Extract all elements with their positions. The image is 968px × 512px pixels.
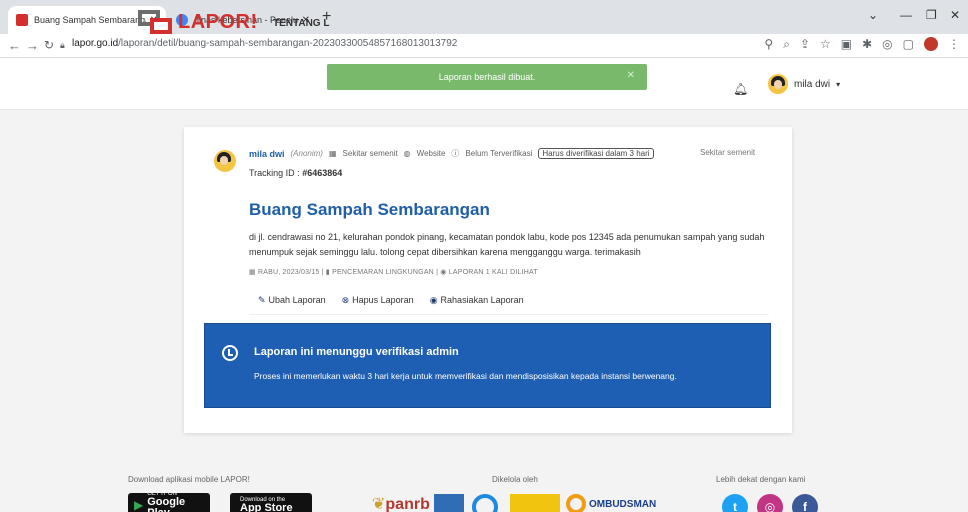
report-views: LAPORAN 1 KALI DILIHAT	[448, 269, 538, 276]
share-icon[interactable]: ⇪	[800, 37, 810, 52]
ksp-logo[interactable]	[434, 494, 464, 512]
pencil-icon: ✎	[258, 295, 266, 305]
url-host: lapor.go.id	[72, 38, 119, 49]
user-name: mila dwi	[794, 78, 831, 90]
restore-icon[interactable]: ❐	[926, 8, 937, 22]
user-menu[interactable]: mila dwi ▾	[768, 74, 840, 94]
bookmark-star-icon[interactable]: ☆	[820, 37, 831, 52]
tracking-value: #6463864	[302, 168, 343, 178]
globe-icon: ◍	[403, 149, 411, 158]
info-icon: ⓘ	[451, 149, 460, 158]
calendar-icon: ▦	[328, 149, 337, 158]
google-play-button[interactable]: ▶ GET IT ONGoogle Play	[128, 491, 210, 512]
delete-report-button[interactable]: ⊗ Hapus Laporan	[342, 295, 414, 306]
verification-notice: Laporan ini menunggu verifikasi admin Pr…	[204, 323, 771, 408]
caret-down-icon: ▾	[836, 79, 841, 89]
toast-message: Laporan berhasil dibuat.	[438, 72, 536, 82]
card-divider	[249, 314, 769, 315]
report-meta: mila dwi (Anonim) ▦ Sekitar semenit ◍ We…	[249, 148, 654, 159]
panrb-logo[interactable]: ❦panrb	[372, 494, 430, 512]
nav-tentang[interactable]: TENTANG L	[273, 18, 329, 29]
ombudsman-logo[interactable]: OMBUDSMAN	[566, 494, 656, 512]
calendar-icon: ▦	[249, 269, 256, 276]
setneg-logo[interactable]	[510, 494, 560, 512]
reporter-avatar	[214, 150, 236, 172]
notification-bell-icon[interactable]: 🔔︎	[733, 82, 748, 96]
eye-slash-icon: ◉	[429, 295, 438, 305]
report-info-line: ▦ RABU, 2023/03/15 | ▮ PENCEMARAN LINGKU…	[249, 269, 538, 276]
back-icon[interactable]: ←	[8, 38, 21, 53]
minimize-icon[interactable]: —	[900, 8, 912, 22]
twitter-icon[interactable]: t	[722, 494, 748, 512]
toast-close-icon[interactable]: ✕	[627, 70, 635, 81]
zoom-icon[interactable]: ⌕	[783, 37, 790, 52]
browser-toolbar-icons: ⚲ ⌕ ⇪ ☆ ▣ ✱ ◎ ▢ ⋮	[764, 37, 960, 52]
tracking-id: Tracking ID : #6463864	[249, 168, 342, 178]
report-time-right: Sekitar semenit	[700, 148, 756, 157]
deadline-badge: Harus diverifikasi dalam 3 hari	[538, 148, 654, 159]
report-status: Belum Terverifikasi	[465, 149, 533, 158]
play-store-icon: ▶	[134, 498, 144, 512]
lapor-logo[interactable]: LAPOR!	[138, 8, 258, 36]
tab-title: Buang Sampah Sembarangan - L	[34, 15, 146, 25]
user-avatar	[768, 74, 788, 94]
sidepanel-icon[interactable]: ▢	[903, 37, 914, 52]
report-category[interactable]: PENCEMARAN LINGKUNGAN	[332, 269, 434, 276]
garuda-icon: ❦	[372, 496, 386, 512]
edit-report-button[interactable]: ✎ Ubah Laporan	[258, 295, 326, 306]
eye-icon: ◉	[440, 269, 447, 276]
bookmark-icon: ▮	[325, 269, 330, 276]
verification-title: Laporan ini menunggu verifikasi admin	[254, 346, 459, 358]
extensions-icon[interactable]: ✱	[862, 37, 872, 52]
reload-icon[interactable]: ↻	[44, 38, 54, 52]
location-icon[interactable]: ⚲	[764, 37, 773, 52]
tracking-label: Tracking ID :	[249, 168, 303, 178]
screenshot-icon[interactable]: ▣	[841, 37, 852, 52]
success-toast: Laporan berhasil dibuat. ✕	[327, 64, 647, 90]
lapor-favicon-icon	[16, 14, 28, 26]
forward-icon[interactable]: →	[26, 38, 39, 53]
app-store-button[interactable]: Download on the App Store	[230, 493, 312, 512]
address-bar: ← → ↻ 🔒︎ lapor.go.id/laporan/detil/buang…	[0, 34, 968, 58]
social-label: Lebih dekat dengan kami	[716, 475, 806, 484]
url-field[interactable]: lapor.go.id/laporan/detil/buang-sampah-s…	[72, 38, 457, 49]
managed-by-label: Dikelola oleh	[492, 475, 538, 484]
kominfo-logo[interactable]	[472, 494, 498, 512]
lapor-logo-text: LAPOR!	[178, 10, 258, 33]
report-actions: ✎ Ubah Laporan ⊗ Hapus Laporan ◉ Rahasiakan…	[258, 295, 524, 306]
facebook-icon[interactable]: f	[792, 494, 818, 512]
menu-dots-icon[interactable]: ⋮	[948, 37, 960, 52]
verification-description: Proses ini memerlukan waktu 3 hari kerja…	[254, 371, 677, 381]
download-label: Download aplikasi mobile LAPOR!	[128, 475, 250, 484]
lock-icon: 🔒︎	[60, 40, 65, 50]
media-icon[interactable]: ◎	[882, 37, 892, 52]
report-channel: Website	[416, 149, 446, 158]
clock-icon	[222, 345, 238, 361]
close-window-icon[interactable]: ✕	[950, 8, 960, 22]
report-date: RABU, 2023/03/15	[257, 269, 320, 276]
profile-avatar-icon[interactable]	[924, 37, 938, 51]
report-time: Sekitar semenit	[342, 149, 398, 158]
remove-icon: ⊗	[341, 295, 350, 305]
lapor-logo-icon	[138, 8, 174, 36]
tab-search-chevron-icon[interactable]: ⌄	[868, 8, 878, 22]
hide-report-button[interactable]: ◉ Rahasiakan Laporan	[430, 295, 524, 306]
report-title: Buang Sampah Sembarangan	[249, 200, 490, 219]
report-description: di jl. cendrawasi no 21, kelurahan pondo…	[249, 232, 765, 257]
reporter-name[interactable]: mila dwi	[249, 149, 285, 159]
url-path: /laporan/detil/buang-sampah-sembarangan-…	[118, 38, 458, 49]
anonymous-tag: (Anonim)	[290, 149, 323, 158]
ombudsman-ring-icon	[566, 494, 586, 512]
instagram-icon[interactable]: ◎	[757, 494, 783, 512]
